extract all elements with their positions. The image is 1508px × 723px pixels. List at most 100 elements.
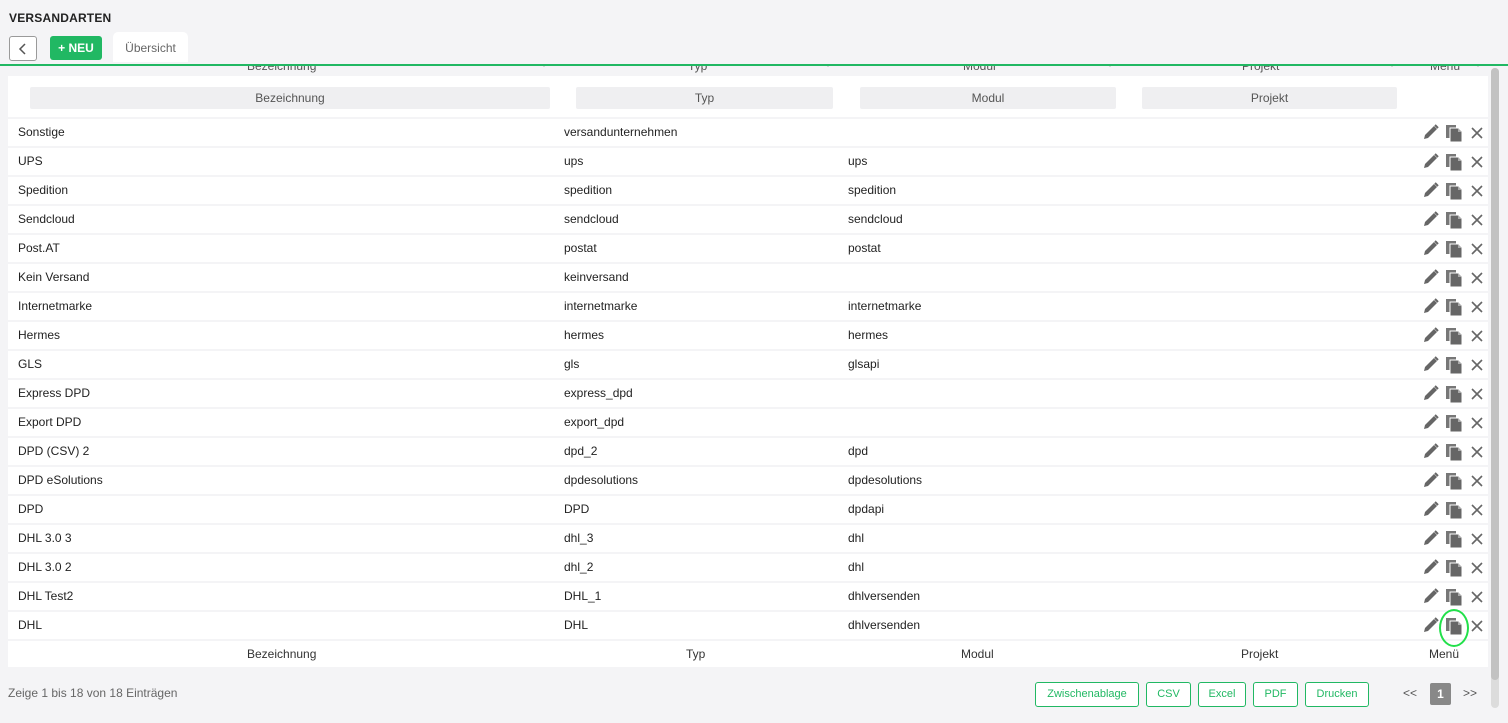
delete-button[interactable] (1470, 126, 1484, 143)
copy-button[interactable] (1444, 152, 1464, 175)
filter-typ-input[interactable]: Typ (576, 87, 833, 109)
table-row[interactable]: DPD (CSV) 2 dpd_2 dpd (8, 438, 1488, 465)
table-row[interactable]: Hermes hermes hermes (8, 322, 1488, 349)
copy-button[interactable] (1444, 471, 1464, 494)
delete-button[interactable] (1470, 619, 1484, 636)
edit-button[interactable] (1422, 413, 1440, 434)
cell-bezeichnung: DPD (18, 502, 44, 516)
edit-button[interactable] (1422, 210, 1440, 231)
delete-button[interactable] (1470, 242, 1484, 259)
edit-button[interactable] (1422, 500, 1440, 521)
table-row[interactable]: Sonstige versandunternehmen (8, 119, 1488, 146)
edit-button[interactable] (1422, 152, 1440, 173)
table-row[interactable]: Export DPD export_dpd (8, 409, 1488, 436)
export-clipboard-button[interactable]: Zwischenablage (1035, 682, 1139, 707)
copy-button[interactable] (1444, 297, 1464, 320)
export-excel-button[interactable]: Excel (1198, 682, 1246, 707)
table-row[interactable]: DHL Test2 DHL_1 dhlversenden (8, 583, 1488, 610)
table-row[interactable]: DHL DHL dhlversenden (8, 612, 1488, 639)
cell-typ: ups (564, 154, 584, 168)
copy-button[interactable] (1444, 500, 1464, 523)
copy-button[interactable] (1444, 529, 1464, 552)
delete-button[interactable] (1470, 271, 1484, 288)
filter-modul-input[interactable]: Modul (860, 87, 1116, 109)
back-button[interactable] (9, 36, 37, 61)
copy-button[interactable] (1444, 326, 1464, 349)
row-actions (1422, 471, 1488, 491)
copy-button[interactable] (1444, 239, 1464, 262)
delete-button[interactable] (1470, 184, 1484, 201)
copy-button[interactable] (1444, 587, 1464, 610)
pagination-current-page[interactable]: 1 (1430, 683, 1451, 705)
copy-button[interactable] (1444, 210, 1464, 233)
row-actions (1422, 587, 1488, 607)
edit-button[interactable] (1422, 558, 1440, 579)
edit-button[interactable] (1422, 297, 1440, 318)
close-icon (1471, 185, 1483, 197)
edit-button[interactable] (1422, 181, 1440, 202)
tab-overview[interactable]: Übersicht (113, 32, 188, 62)
edit-button[interactable] (1422, 355, 1440, 376)
filter-bezeichnung-input[interactable]: Bezeichnung (30, 87, 550, 109)
edit-button[interactable] (1422, 268, 1440, 289)
close-icon (1471, 243, 1483, 255)
copy-button[interactable] (1444, 442, 1464, 465)
new-button[interactable]: + NEU (50, 36, 102, 60)
table-row[interactable]: DHL 3.0 3 dhl_3 dhl (8, 525, 1488, 552)
table-row[interactable]: Post.AT postat postat (8, 235, 1488, 262)
cell-typ: hermes (564, 328, 605, 342)
copy-button[interactable] (1444, 558, 1464, 581)
edit-button[interactable] (1422, 442, 1440, 463)
table-row[interactable]: Internetmarke internetmarke internetmarke (8, 293, 1488, 320)
print-button[interactable]: Drucken (1305, 682, 1369, 707)
delete-button[interactable] (1470, 416, 1484, 433)
table-row[interactable]: Spedition spedition spedition (8, 177, 1488, 204)
close-icon (1471, 620, 1483, 632)
cell-typ: dpdesolutions (564, 473, 639, 487)
table-row[interactable]: DPD eSolutions dpdesolutions dpdesolutions (8, 467, 1488, 494)
filter-projekt-input[interactable]: Projekt (1142, 87, 1397, 109)
copy-button[interactable] (1444, 181, 1464, 204)
edit-button[interactable] (1422, 529, 1440, 550)
edit-button[interactable] (1422, 384, 1440, 405)
table-row[interactable]: DHL 3.0 2 dhl_2 dhl (8, 554, 1488, 581)
delete-button[interactable] (1470, 474, 1484, 491)
edit-button[interactable] (1422, 326, 1440, 347)
table-row[interactable]: DPD DPD dpdapi (8, 496, 1488, 523)
table-row[interactable]: GLS gls glsapi (8, 351, 1488, 378)
export-csv-button[interactable]: CSV (1146, 682, 1191, 707)
edit-button[interactable] (1422, 123, 1440, 144)
delete-button[interactable] (1470, 300, 1484, 317)
copy-button[interactable] (1444, 384, 1464, 407)
copy-icon (1446, 212, 1463, 230)
delete-button[interactable] (1470, 387, 1484, 404)
table-row[interactable]: Express DPD express_dpd (8, 380, 1488, 407)
export-pdf-button[interactable]: PDF (1253, 682, 1298, 707)
cell-typ: export_dpd (564, 415, 625, 429)
pagination-next[interactable]: >> (1463, 686, 1477, 700)
edit-button[interactable] (1422, 239, 1440, 260)
copy-button[interactable] (1444, 268, 1464, 291)
edit-button[interactable] (1422, 616, 1440, 637)
delete-button[interactable] (1470, 213, 1484, 230)
cell-bezeichnung: Post.AT (18, 241, 60, 255)
table-row[interactable]: Sendcloud sendcloud sendcloud (8, 206, 1488, 233)
edit-button[interactable] (1422, 471, 1440, 492)
scrollbar-thumb[interactable] (1491, 68, 1499, 680)
delete-button[interactable] (1470, 561, 1484, 578)
copy-button[interactable] (1444, 123, 1464, 146)
delete-button[interactable] (1470, 329, 1484, 346)
delete-button[interactable] (1470, 358, 1484, 375)
copy-icon (1446, 357, 1463, 375)
copy-button[interactable] (1444, 355, 1464, 378)
delete-button[interactable] (1470, 532, 1484, 549)
table-row[interactable]: Kein Versand keinversand (8, 264, 1488, 291)
table-row[interactable]: UPS ups ups (8, 148, 1488, 175)
pagination-prev[interactable]: << (1403, 686, 1417, 700)
copy-button[interactable] (1444, 413, 1464, 436)
delete-button[interactable] (1470, 590, 1484, 607)
edit-button[interactable] (1422, 587, 1440, 608)
delete-button[interactable] (1470, 155, 1484, 172)
delete-button[interactable] (1470, 445, 1484, 462)
delete-button[interactable] (1470, 503, 1484, 520)
